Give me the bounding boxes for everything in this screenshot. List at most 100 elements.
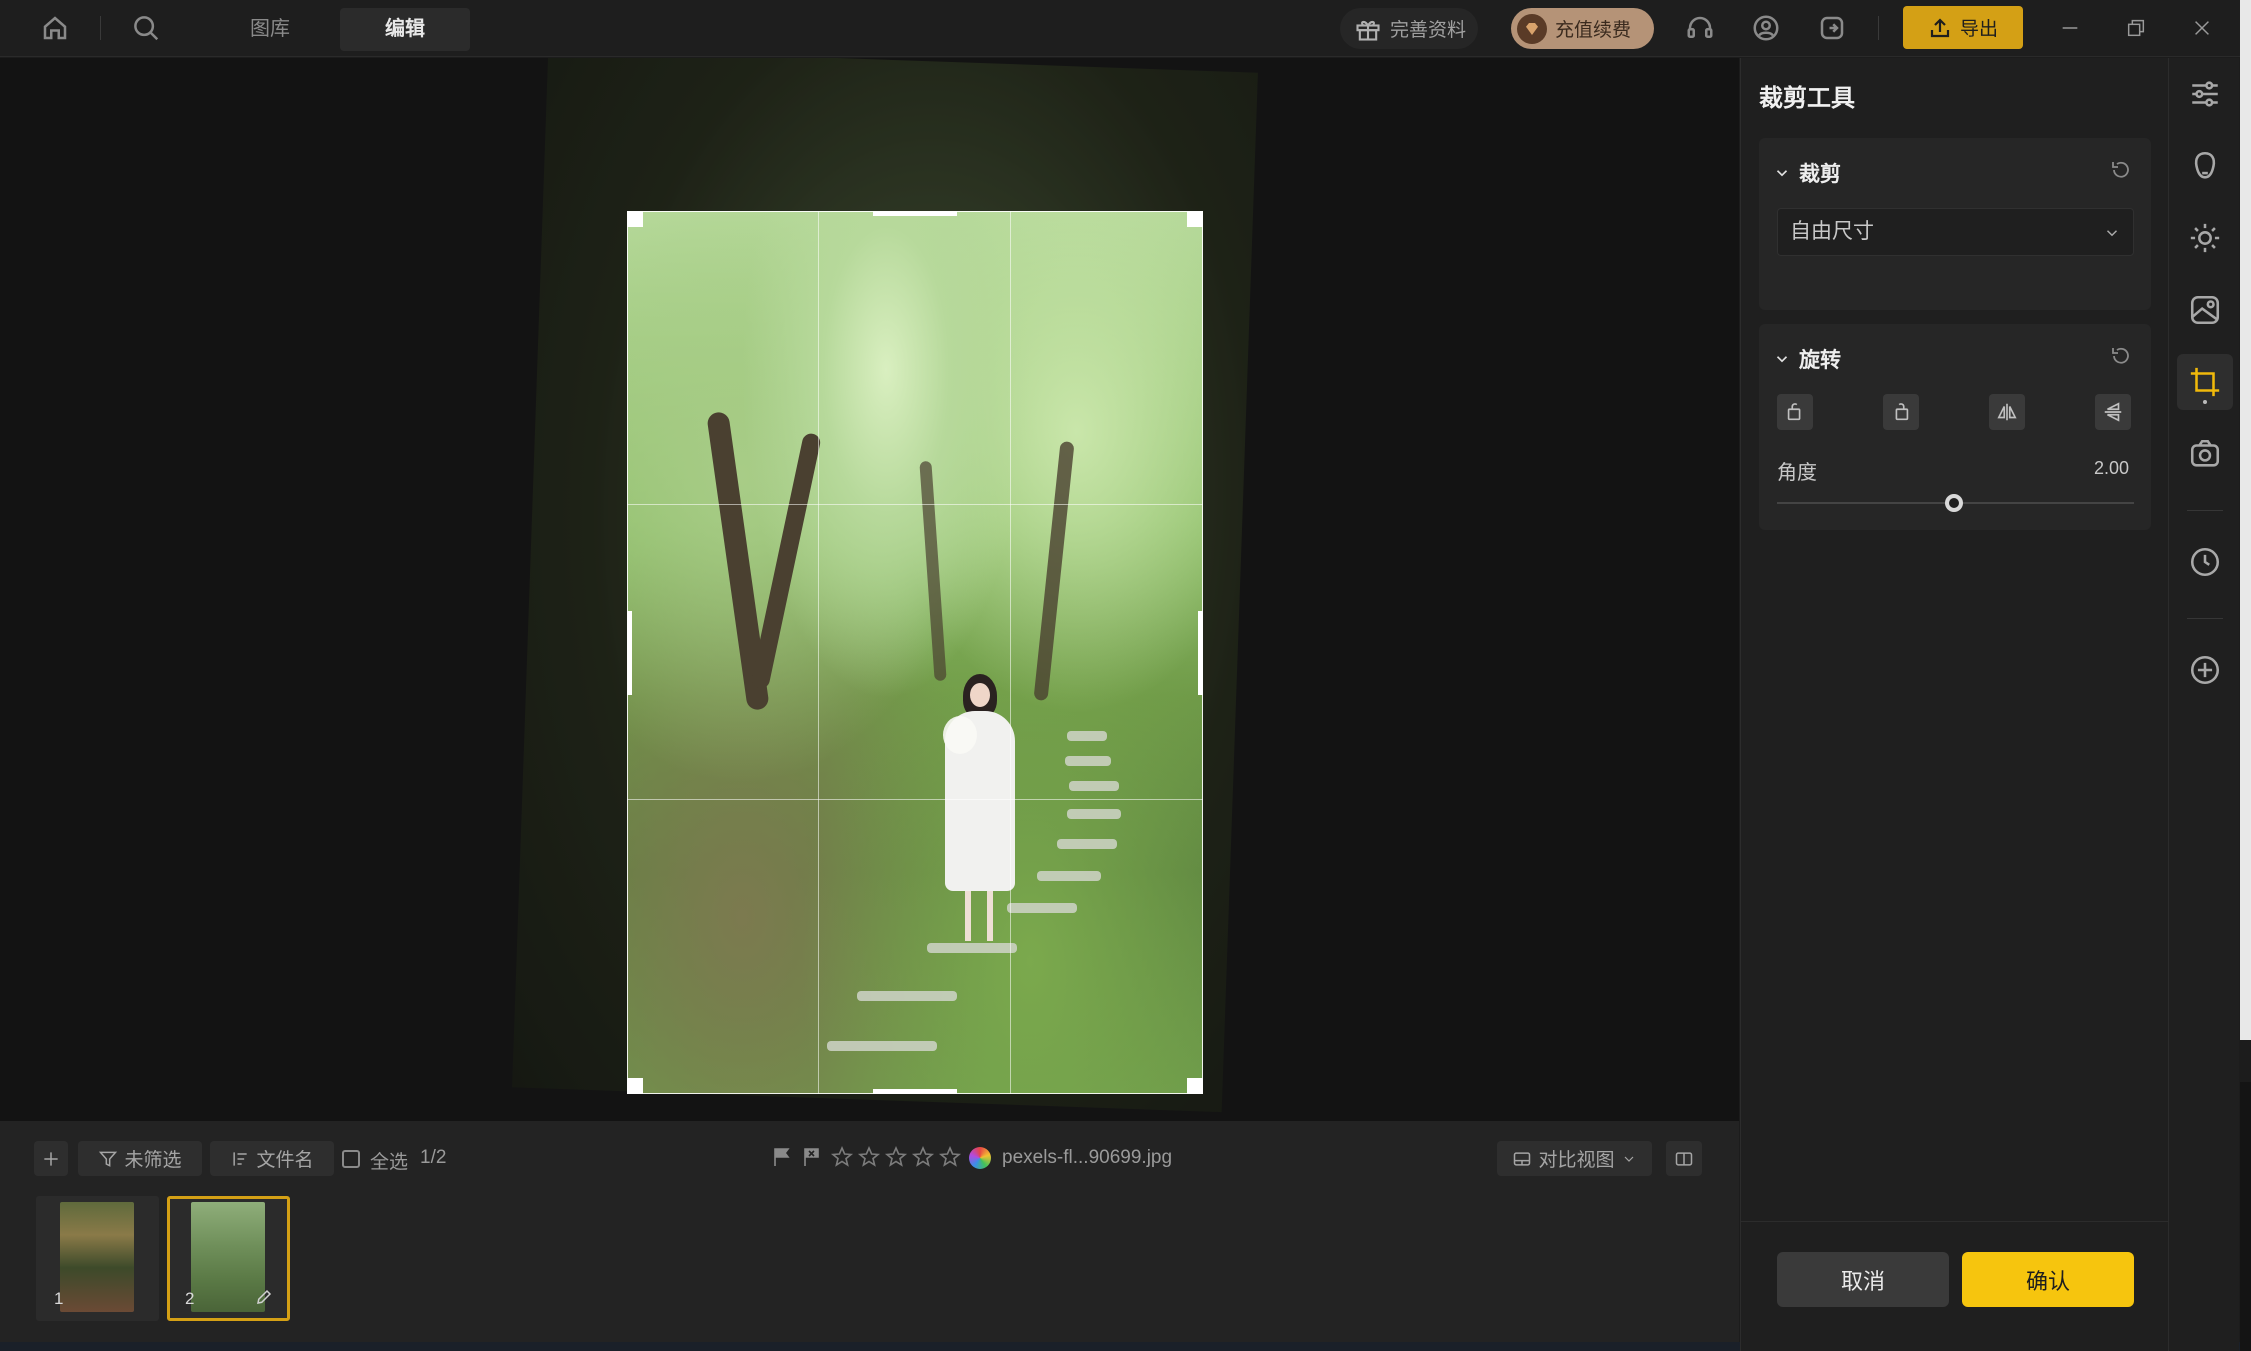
chevron-down-icon (2106, 230, 2118, 237)
edited-pencil-icon (257, 1289, 272, 1304)
aspect-ratio-value: 自由尺寸 (1790, 220, 1874, 243)
filmstrip-toolbar: 未筛选 文件名 全选 1/2 pexels-fl...90699.jpg 对比视… (0, 1121, 1739, 1194)
aspect-ratio-select[interactable]: 自由尺寸 (1777, 208, 2134, 256)
crop-tool-panel: 裁剪工具 裁剪 自由尺寸 旋转 角度 2.00 取消 确认 (1740, 58, 2169, 1351)
split-view-icon[interactable] (1666, 1141, 1702, 1176)
face-icon[interactable] (2177, 138, 2233, 194)
filter-label: 未筛选 (124, 1150, 182, 1171)
confirm-button[interactable]: 确认 (1962, 1252, 2134, 1307)
rotate-right-button[interactable] (1883, 394, 1919, 430)
panel-title: 裁剪工具 (1759, 85, 1855, 112)
crop-handle-bottom[interactable] (873, 1089, 957, 1094)
star-icon[interactable] (911, 1145, 935, 1169)
crop-handle-bottom-right[interactable] (1187, 1078, 1203, 1094)
chevron-down-icon (1624, 1156, 1633, 1162)
star-icon[interactable] (830, 1145, 854, 1169)
color-label-icon[interactable] (969, 1147, 991, 1169)
crop-grid-line (627, 799, 1203, 800)
window-edge (2240, 1082, 2251, 1351)
crop-handle-top-left[interactable] (627, 211, 643, 227)
thumbnail[interactable]: 1 (36, 1196, 159, 1321)
crop-section-title: 裁剪 (1799, 163, 1841, 186)
close-icon[interactable] (2184, 10, 2220, 46)
top-bar: 图库 编辑 完善资料 充值续费 导出 (0, 0, 2251, 57)
history-icon[interactable] (2177, 534, 2233, 590)
camera-icon[interactable] (2177, 426, 2233, 482)
logout-icon[interactable] (1814, 10, 1850, 46)
minimize-icon[interactable] (2052, 10, 2088, 46)
upload-icon (1930, 17, 1950, 37)
rotate-right-icon (1895, 403, 1909, 421)
flip-vertical-button[interactable] (2095, 394, 2131, 430)
crop-grid-line (627, 504, 1203, 505)
crop-handle-right[interactable] (1198, 611, 1203, 695)
crop-reset-icon[interactable] (2109, 158, 2133, 182)
home-icon[interactable] (37, 10, 73, 46)
flag-icon[interactable] (770, 1145, 794, 1169)
person-face (970, 683, 990, 707)
divider (2187, 510, 2223, 511)
star-icon[interactable] (884, 1145, 908, 1169)
crop-grid-line (818, 211, 819, 1094)
crop-handle-bottom-left[interactable] (627, 1078, 643, 1094)
star-icon[interactable] (938, 1145, 962, 1169)
export-button[interactable]: 导出 (1903, 6, 2023, 49)
flip-horizontal-icon (1997, 403, 2017, 421)
rotate-reset-icon[interactable] (2109, 344, 2133, 368)
gift-icon (1356, 20, 1380, 41)
export-label: 导出 (1959, 19, 1998, 40)
path-stone (1007, 903, 1077, 913)
crop-icon[interactable] (2177, 354, 2233, 410)
path-stone (1067, 731, 1107, 741)
reject-flag-icon[interactable] (800, 1145, 824, 1169)
search-icon[interactable] (128, 10, 164, 46)
recharge-button[interactable]: 充值续费 (1511, 8, 1654, 49)
rotate-section-header[interactable]: 旋转 (1773, 344, 1841, 374)
sort-button[interactable]: 文件名 (210, 1141, 334, 1176)
tab-edit[interactable]: 编辑 (340, 8, 470, 51)
divider (100, 16, 101, 40)
crop-region-photo[interactable] (627, 211, 1203, 1094)
tab-gallery[interactable]: 图库 (220, 8, 320, 51)
select-all-checkbox[interactable] (342, 1150, 360, 1168)
headset-icon[interactable] (1682, 10, 1718, 46)
compare-view-button[interactable]: 对比视图 (1497, 1141, 1652, 1176)
window-edge (2240, 0, 2251, 1040)
crop-handle-left[interactable] (627, 611, 632, 695)
filter-button[interactable]: 未筛选 (78, 1141, 202, 1176)
thumbnail-number: 1 (54, 1289, 64, 1308)
filename: pexels-fl...90699.jpg (1002, 1147, 1173, 1168)
tree-trunk (1033, 440, 1075, 702)
angle-label: 角度 (1777, 462, 1817, 484)
crop-grid-line (1010, 211, 1011, 1094)
thumbnail-image (60, 1202, 134, 1312)
light-icon[interactable] (2177, 210, 2233, 266)
rotate-left-icon (1787, 403, 1801, 421)
tree-trunk (919, 460, 947, 682)
crop-handle-top-right[interactable] (1187, 211, 1203, 227)
cancel-button[interactable]: 取消 (1777, 1252, 1949, 1307)
panel-footer: 取消 确认 (1741, 1221, 2169, 1351)
bouquet (943, 716, 977, 754)
add-icon[interactable] (2177, 642, 2233, 698)
crop-section-header[interactable]: 裁剪 (1773, 158, 1841, 188)
recharge-label: 充值续费 (1555, 20, 1632, 41)
rotate-left-button[interactable] (1777, 394, 1813, 430)
image-canvas[interactable] (0, 58, 1739, 1121)
thumbnail-image (191, 1202, 265, 1312)
thumbnail-selected[interactable]: 2 (167, 1196, 290, 1321)
user-icon[interactable] (1748, 10, 1784, 46)
adjust-sliders-icon[interactable] (2177, 66, 2233, 122)
angle-slider-thumb[interactable] (1945, 494, 1963, 512)
complete-profile-button[interactable]: 完善资料 (1340, 8, 1478, 49)
select-count: 1/2 (420, 1147, 447, 1168)
path-stone (1065, 756, 1111, 766)
color-icon[interactable] (2177, 282, 2233, 338)
crop-section: 裁剪 自由尺寸 (1759, 138, 2151, 310)
star-icon[interactable] (857, 1145, 881, 1169)
tool-rail (2168, 58, 2239, 1351)
flip-horizontal-button[interactable] (1989, 394, 2025, 430)
add-icon[interactable] (34, 1141, 68, 1176)
restore-icon[interactable] (2118, 10, 2154, 46)
crop-handle-top[interactable] (873, 211, 957, 216)
